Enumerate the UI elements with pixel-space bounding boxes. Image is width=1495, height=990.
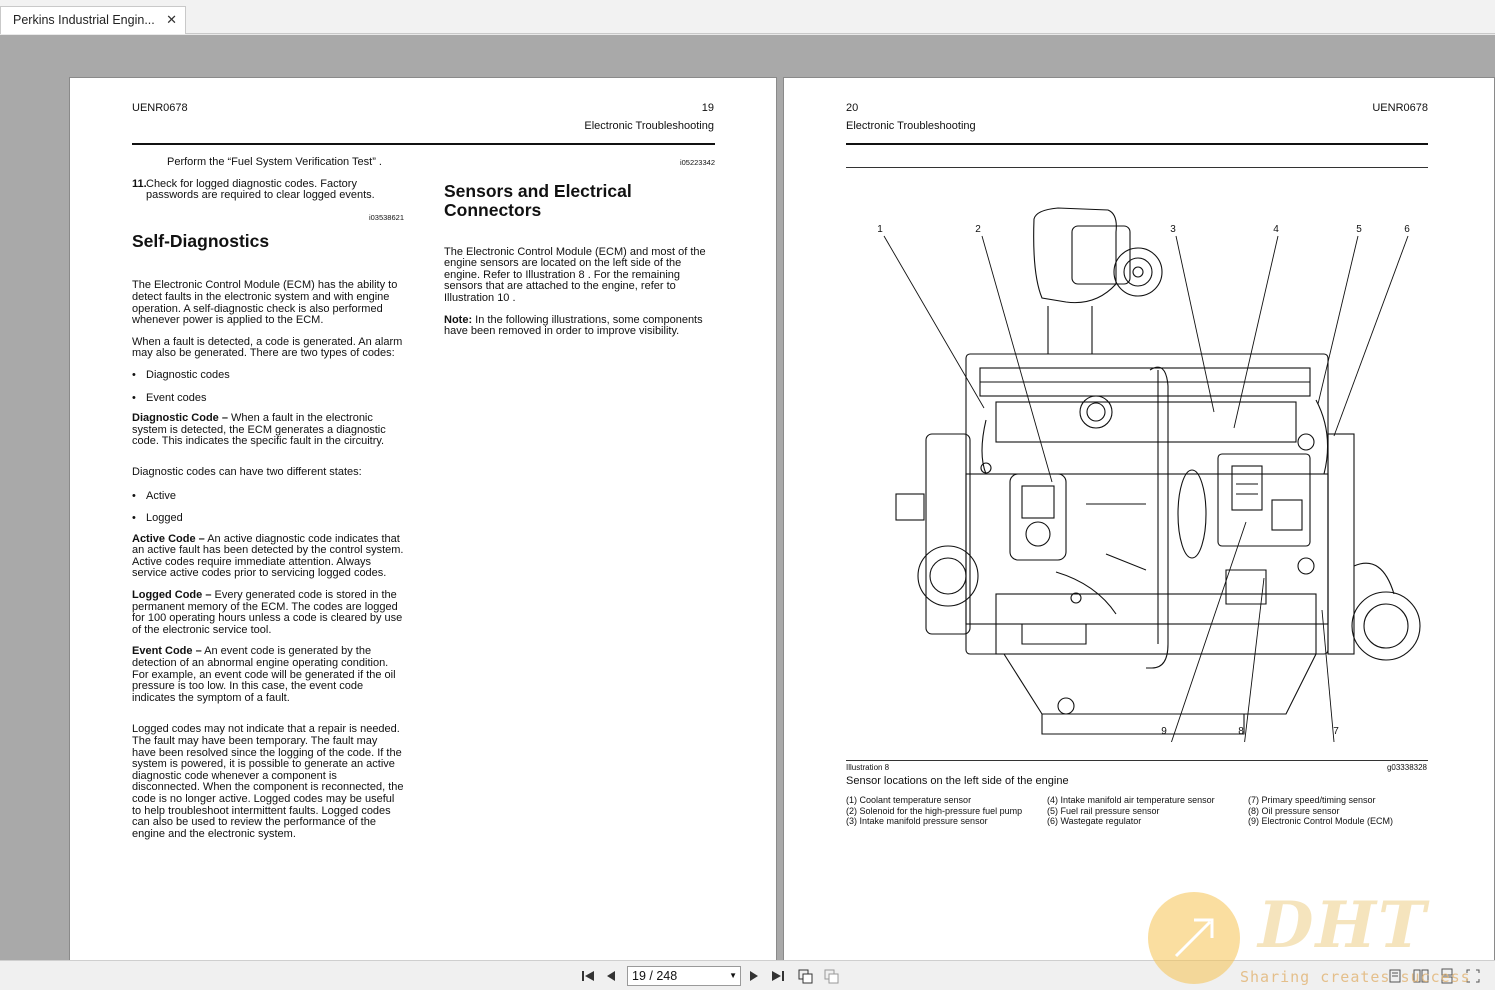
chevron-down-icon: ▼ [729,971,737,980]
paragraph: The Electronic Control Module (ECM) has … [132,279,398,327]
tab-bar: Perkins Industrial Engin... ✕ [0,0,1495,34]
callout-2: 2 [975,224,981,235]
watermark-logo-circle [1148,892,1240,984]
header-rule [132,143,715,145]
callout-9: 9 [1161,726,1167,737]
left-column: Perform the “Fuel System Verification Te… [132,156,404,850]
note: Note: In the following illustrations, so… [444,313,715,338]
legend-item: (3) Intake manifold pressure sensor [846,816,988,826]
step-11: 11. Check for logged diagnostic codes. F… [132,177,404,202]
definition: Diagnostic Code – When a fault in the el… [132,412,404,448]
step-text: Check for logged diagnostic codes. Facto… [146,177,375,202]
bullet-item: Diagnostic codes [132,369,404,382]
callout-4: 4 [1273,224,1279,235]
page-20: 20 UENR0678 Electronic Troubleshooting 1… [783,77,1495,990]
watermark-tagline: Sharing creates success [1240,968,1471,986]
paragraph: When a fault is detected, a code is gene… [132,335,403,360]
note-text: In the following illustrations, some com… [444,313,703,338]
section-title: Electronic Troubleshooting [846,120,976,132]
callout-6: 6 [1404,224,1410,235]
note-label: Note: [444,313,473,326]
illustration-caption: Sensor locations on the left side of the… [846,775,1069,787]
go-back-icon[interactable] [796,967,814,985]
legend-item: (6) Wastegate regulator [1047,816,1142,826]
next-page-icon[interactable] [745,967,763,985]
page-selector-value: 19 / 248 [632,969,678,983]
page-selector[interactable]: 19 / 248 ▼ [627,966,741,986]
legend-column-2: (4) Intake manifold air temperature sens… [1047,795,1247,827]
legend-item: (9) Electronic Control Module (ECM) [1248,816,1394,826]
definition: Event Code – An event code is generated … [132,646,404,704]
section-heading: Self-Diagnostics [132,231,270,252]
legend-item: (2) Solenoid for the high-pressure fuel … [846,805,1023,816]
ref-id: i03538621 [368,212,404,222]
illustration-top-rule [846,167,1428,168]
definition: Active Code – An active diagnostic code … [132,532,404,580]
term: Logged Code – [132,589,212,602]
bullet-item: Active [132,490,404,503]
legend-column-1: (1) Coolant temperature sensor (2) Solen… [846,795,1046,827]
legend-item: (1) Coolant temperature sensor [846,795,972,805]
legend-item: (4) Intake manifold air temperature sens… [1047,795,1215,805]
paragraph: Diagnostic codes can have two different … [132,465,362,478]
bullet-item: Event codes [132,392,404,405]
callout-1: 1 [877,224,883,235]
definition: Logged Code – Every generated code is st… [132,589,404,636]
legend-column-3: (7) Primary speed/timing sensor (8) Oil … [1248,795,1438,827]
illustration-label: Illustration 8 [846,763,890,772]
callout-3: 3 [1170,224,1176,235]
paragraph: Logged codes may not indicate that a rep… [132,723,404,840]
last-page-icon[interactable] [769,967,787,985]
callout-5: 5 [1356,224,1362,235]
step-number: 11. [132,177,147,190]
legend-item: (7) Primary speed/timing sensor [1248,795,1376,805]
engine-illustration: 1 2 3 4 5 6 7 8 9 [877,207,1421,742]
tab-title: Perkins Industrial Engin... [13,13,155,27]
close-tab-icon[interactable]: ✕ [166,7,177,33]
legend-item: (5) Fuel rail pressure sensor [1047,805,1160,816]
doc-id: UENR0678 [1372,102,1428,114]
page-number: 19 [701,102,714,114]
section-title: Electronic Troubleshooting [584,120,714,132]
illustration-bottom-rule [846,760,1428,761]
term: Diagnostic Code – [132,412,228,425]
legend-item: (8) Oil pressure sensor [1248,805,1340,816]
header-rule [846,143,1428,145]
right-column: i05223342 Sensors and Electrical Connect… [444,157,715,348]
page-number: 20 [846,102,859,114]
doc-id: UENR0678 [132,102,188,114]
callout-7: 7 [1333,726,1339,737]
illustration-ref: g03338328 [1386,763,1427,772]
term: Active Code – [132,532,205,545]
document-viewer[interactable]: UENR0678 19 Electronic Troubleshooting P… [0,35,1495,990]
ref-id: i05223342 [679,158,715,167]
watermark-brand: DHT [1258,888,1428,963]
section-heading: Sensors and Electrical Connectors [444,180,632,220]
callout-8: 8 [1238,726,1244,737]
term: Event Code – [132,645,202,658]
go-forward-icon[interactable] [822,967,840,985]
document-tab[interactable]: Perkins Industrial Engin... ✕ [0,6,186,34]
paragraph: The Electronic Control Module (ECM) and … [444,245,706,304]
first-page-icon[interactable] [579,967,597,985]
page-19: UENR0678 19 Electronic Troubleshooting P… [69,77,777,990]
bullet-item: Logged [132,512,404,525]
perform-step: Perform the “Fuel System Verification Te… [167,156,382,168]
previous-page-icon[interactable] [602,967,620,985]
